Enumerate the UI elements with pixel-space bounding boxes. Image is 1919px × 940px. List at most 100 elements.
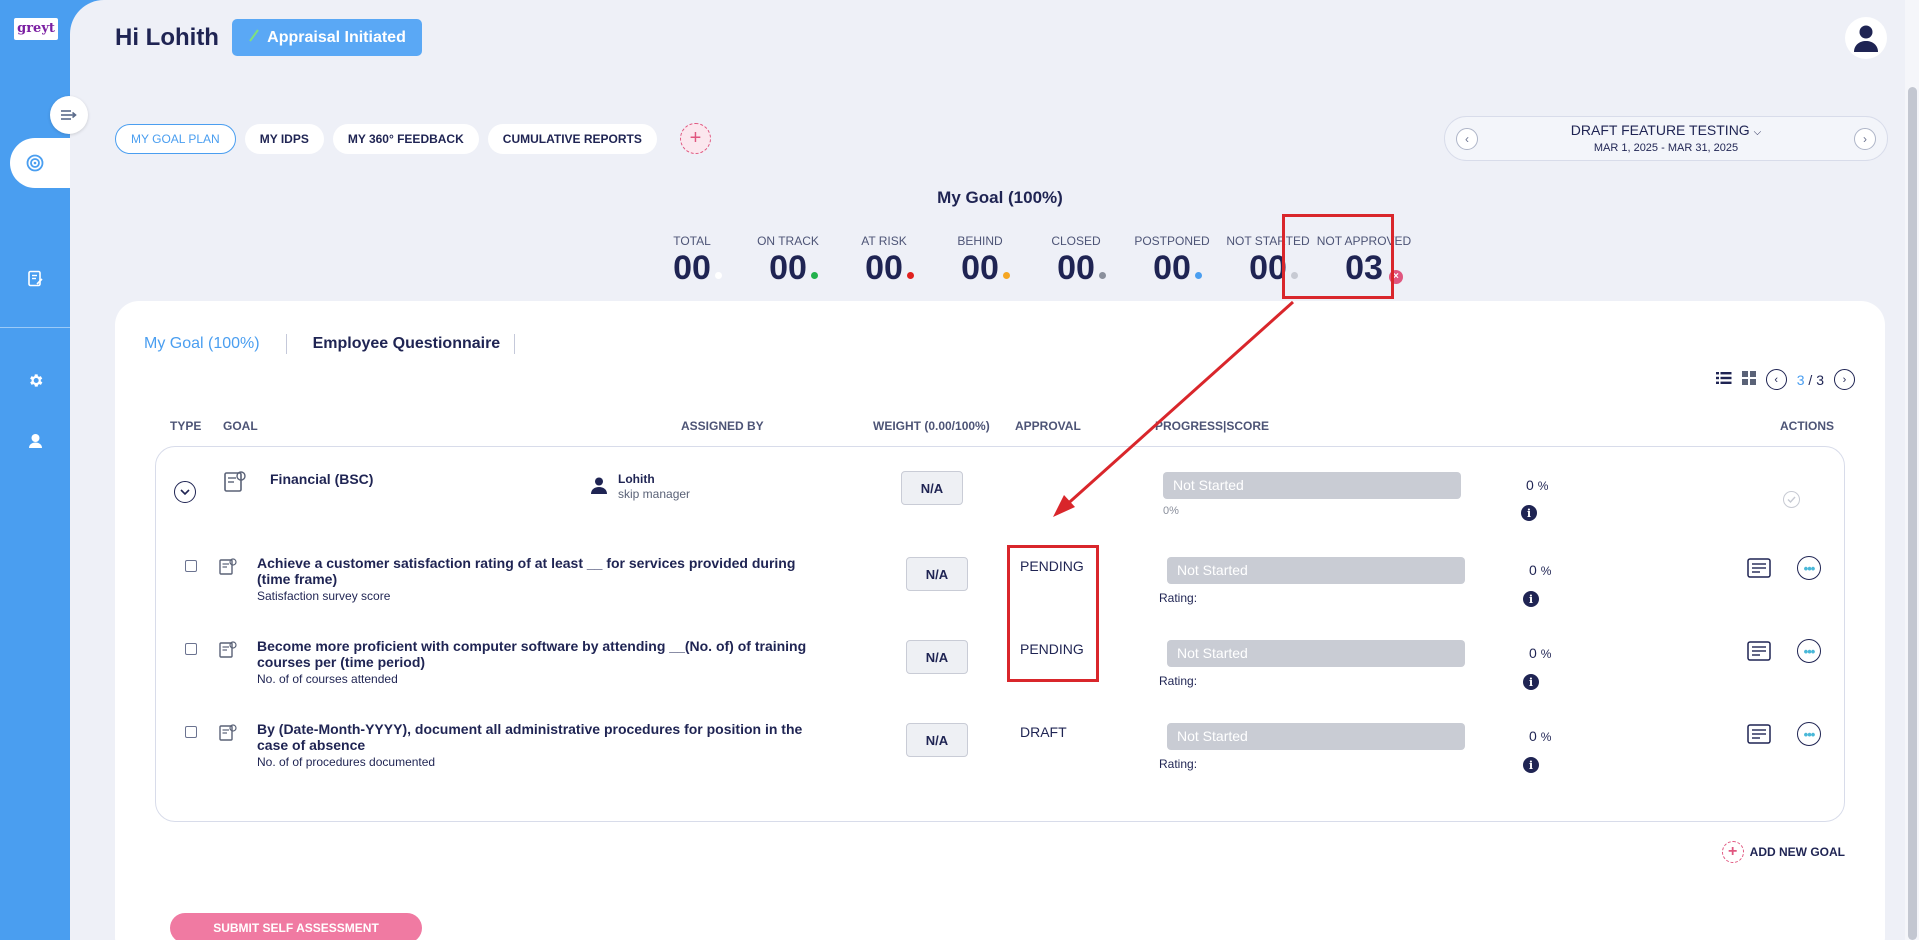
period-name: DRAFT FEATURE TESTING <box>1570 122 1750 138</box>
stat-on-track: ON TRACK 00 <box>740 234 836 288</box>
col-approval: APPROVAL <box>1015 419 1081 433</box>
stat-at-risk: AT RISK 00 <box>836 234 932 288</box>
status-dot <box>1098 272 1106 279</box>
logo: greyt <box>14 18 58 40</box>
pager-prev-icon[interactable]: ‹ <box>1765 369 1787 390</box>
notes-icon[interactable] <box>24 267 46 289</box>
more-options-icon[interactable]: ••• <box>1797 722 1821 746</box>
goal-measure: Satisfaction survey score <box>257 589 391 603</box>
pct-sign: % <box>1537 479 1549 493</box>
pager-next-icon[interactable]: › <box>1834 369 1855 390</box>
stat-label: TOTAL <box>673 234 711 248</box>
period-name-dropdown[interactable]: DRAFT FEATURE TESTING ⌵ <box>1445 122 1887 138</box>
add-tab-button[interactable]: + <box>679 123 711 154</box>
notes-icon[interactable] <box>1746 556 1772 585</box>
progress-percent: 0 % <box>1526 477 1548 493</box>
info-icon[interactable]: i <box>1523 674 1539 690</box>
view-controls: ‹ 3 / 3 › <box>1715 369 1855 390</box>
stat-value: 00 <box>1153 249 1191 287</box>
pct-value: 0 <box>1529 645 1537 661</box>
goal-name[interactable]: Become more proficient with computer sof… <box>257 638 817 670</box>
period-next-icon[interactable]: › <box>1854 128 1876 150</box>
table-row: Achieve a customer satisfaction rating o… <box>156 537 1844 621</box>
goal-type-icon <box>218 723 238 748</box>
progress-percent: 0 % <box>1529 562 1551 578</box>
progress-bar: Not Started <box>1163 472 1461 499</box>
progress-percent: 0 % <box>1529 645 1551 661</box>
info-icon[interactable]: i <box>1523 757 1539 773</box>
period-selector[interactable]: ‹ DRAFT FEATURE TESTING ⌵ MAR 1, 2025 - … <box>1444 116 1888 161</box>
grid-view-icon[interactable] <box>1741 371 1756 388</box>
table-row: Become more proficient with computer sof… <box>156 621 1844 705</box>
goal-checkbox[interactable] <box>185 643 197 655</box>
stat-value: 00 <box>1057 249 1095 287</box>
col-assigned-by: ASSIGNED BY <box>681 419 764 433</box>
group-row: Financial (BSC) Lohith skip manager N/A … <box>156 447 1844 537</box>
tab-my-idps[interactable]: MY IDPS <box>244 123 324 154</box>
subtab-divider <box>514 334 516 354</box>
approval-status: DRAFT <box>1020 724 1067 740</box>
notes-icon[interactable] <box>1746 722 1772 751</box>
add-new-goal-button[interactable]: + ADD NEW GOAL <box>1721 841 1845 863</box>
scrollbar-thumb[interactable] <box>1908 87 1917 940</box>
group-name[interactable]: Financial (BSC) <box>270 471 373 487</box>
stat-label: AT RISK <box>861 234 907 248</box>
stat-label: CLOSED <box>1051 234 1101 248</box>
info-icon[interactable]: i <box>1523 591 1539 607</box>
annotation-highlight-not-approved <box>1282 214 1394 299</box>
subtab-employee-questionnaire[interactable]: Employee Questionnaire <box>313 335 515 353</box>
appraisal-status-label: Appraisal Initiated <box>267 28 406 46</box>
submit-self-assessment-button[interactable]: SUBMIT SELF ASSESSMENT <box>170 913 422 940</box>
rating-label: Rating: <box>1159 591 1198 605</box>
info-icon[interactable]: i <box>1521 505 1537 521</box>
sidebar-divider <box>0 327 70 328</box>
pct-sign: % <box>1540 647 1552 661</box>
appraisal-status-badge[interactable]: Appraisal Initiated <box>232 19 422 56</box>
status-dot <box>810 272 818 279</box>
main-panel: Hi Lohith Appraisal Initiated MY GOAL PL… <box>70 0 1919 940</box>
goal-checkbox[interactable] <box>185 560 197 572</box>
expand-chevron-icon[interactable] <box>174 481 196 503</box>
sidebar: greyt <box>0 0 80 940</box>
stat-value-wrap: 00 <box>1057 249 1106 288</box>
weight-badge: N/A <box>906 557 968 591</box>
scrollbar[interactable] <box>1905 0 1919 940</box>
user-icon[interactable] <box>24 429 46 451</box>
goal-name[interactable]: By (Date-Month-YYYY), document all admin… <box>257 721 817 753</box>
more-options-icon[interactable]: ••• <box>1797 639 1821 663</box>
col-progress: PROGRESS|SCORE <box>1155 419 1270 433</box>
period-dates: MAR 1, 2025 - MAR 31, 2025 <box>1593 142 1739 154</box>
stat-label: BEHIND <box>957 234 1003 248</box>
stat-label: POSTPONED <box>1134 234 1210 248</box>
col-actions: ACTIONS <box>1780 419 1834 433</box>
tab-my-goal-plan[interactable]: MY GOAL PLAN <box>115 123 236 154</box>
annotation-highlight-pending <box>1007 545 1099 682</box>
tab-cumulative-reports[interactable]: CUMULATIVE REPORTS <box>487 123 657 154</box>
progress-bar: Not Started <box>1167 557 1465 584</box>
check-circle-icon[interactable] <box>1783 491 1800 508</box>
user-avatar[interactable] <box>1845 17 1887 59</box>
goal-checkbox[interactable] <box>185 726 197 738</box>
collapse-sidebar-icon[interactable] <box>50 96 88 134</box>
goal-type-icon <box>218 640 238 665</box>
gear-icon[interactable] <box>24 369 46 391</box>
stat-value: 00 <box>673 249 711 287</box>
stat-value-wrap: 00 <box>673 249 722 288</box>
user-icon <box>591 477 607 499</box>
stat-postponed: POSTPONED 00 <box>1124 234 1220 288</box>
rating-label: Rating: <box>1159 674 1198 688</box>
stat-value: 00 <box>865 249 903 287</box>
list-view-icon[interactable] <box>1715 371 1732 388</box>
stat-label: ON TRACK <box>757 234 819 248</box>
goal-name[interactable]: Achieve a customer satisfaction rating o… <box>257 555 817 587</box>
tab-my-360-feedback[interactable]: MY 360° FEEDBACK <box>332 123 479 154</box>
weight-badge: N/A <box>901 471 963 505</box>
more-options-icon[interactable]: ••• <box>1797 556 1821 580</box>
subtab-my-goal[interactable]: My Goal (100%) <box>144 335 286 353</box>
stat-closed: CLOSED 00 <box>1028 234 1124 288</box>
notes-icon[interactable] <box>1746 639 1772 668</box>
weight-badge: N/A <box>906 723 968 757</box>
target-icon[interactable] <box>24 152 46 174</box>
progress-bar: Not Started <box>1167 723 1465 750</box>
progress-caption: 0% <box>1163 505 1179 517</box>
